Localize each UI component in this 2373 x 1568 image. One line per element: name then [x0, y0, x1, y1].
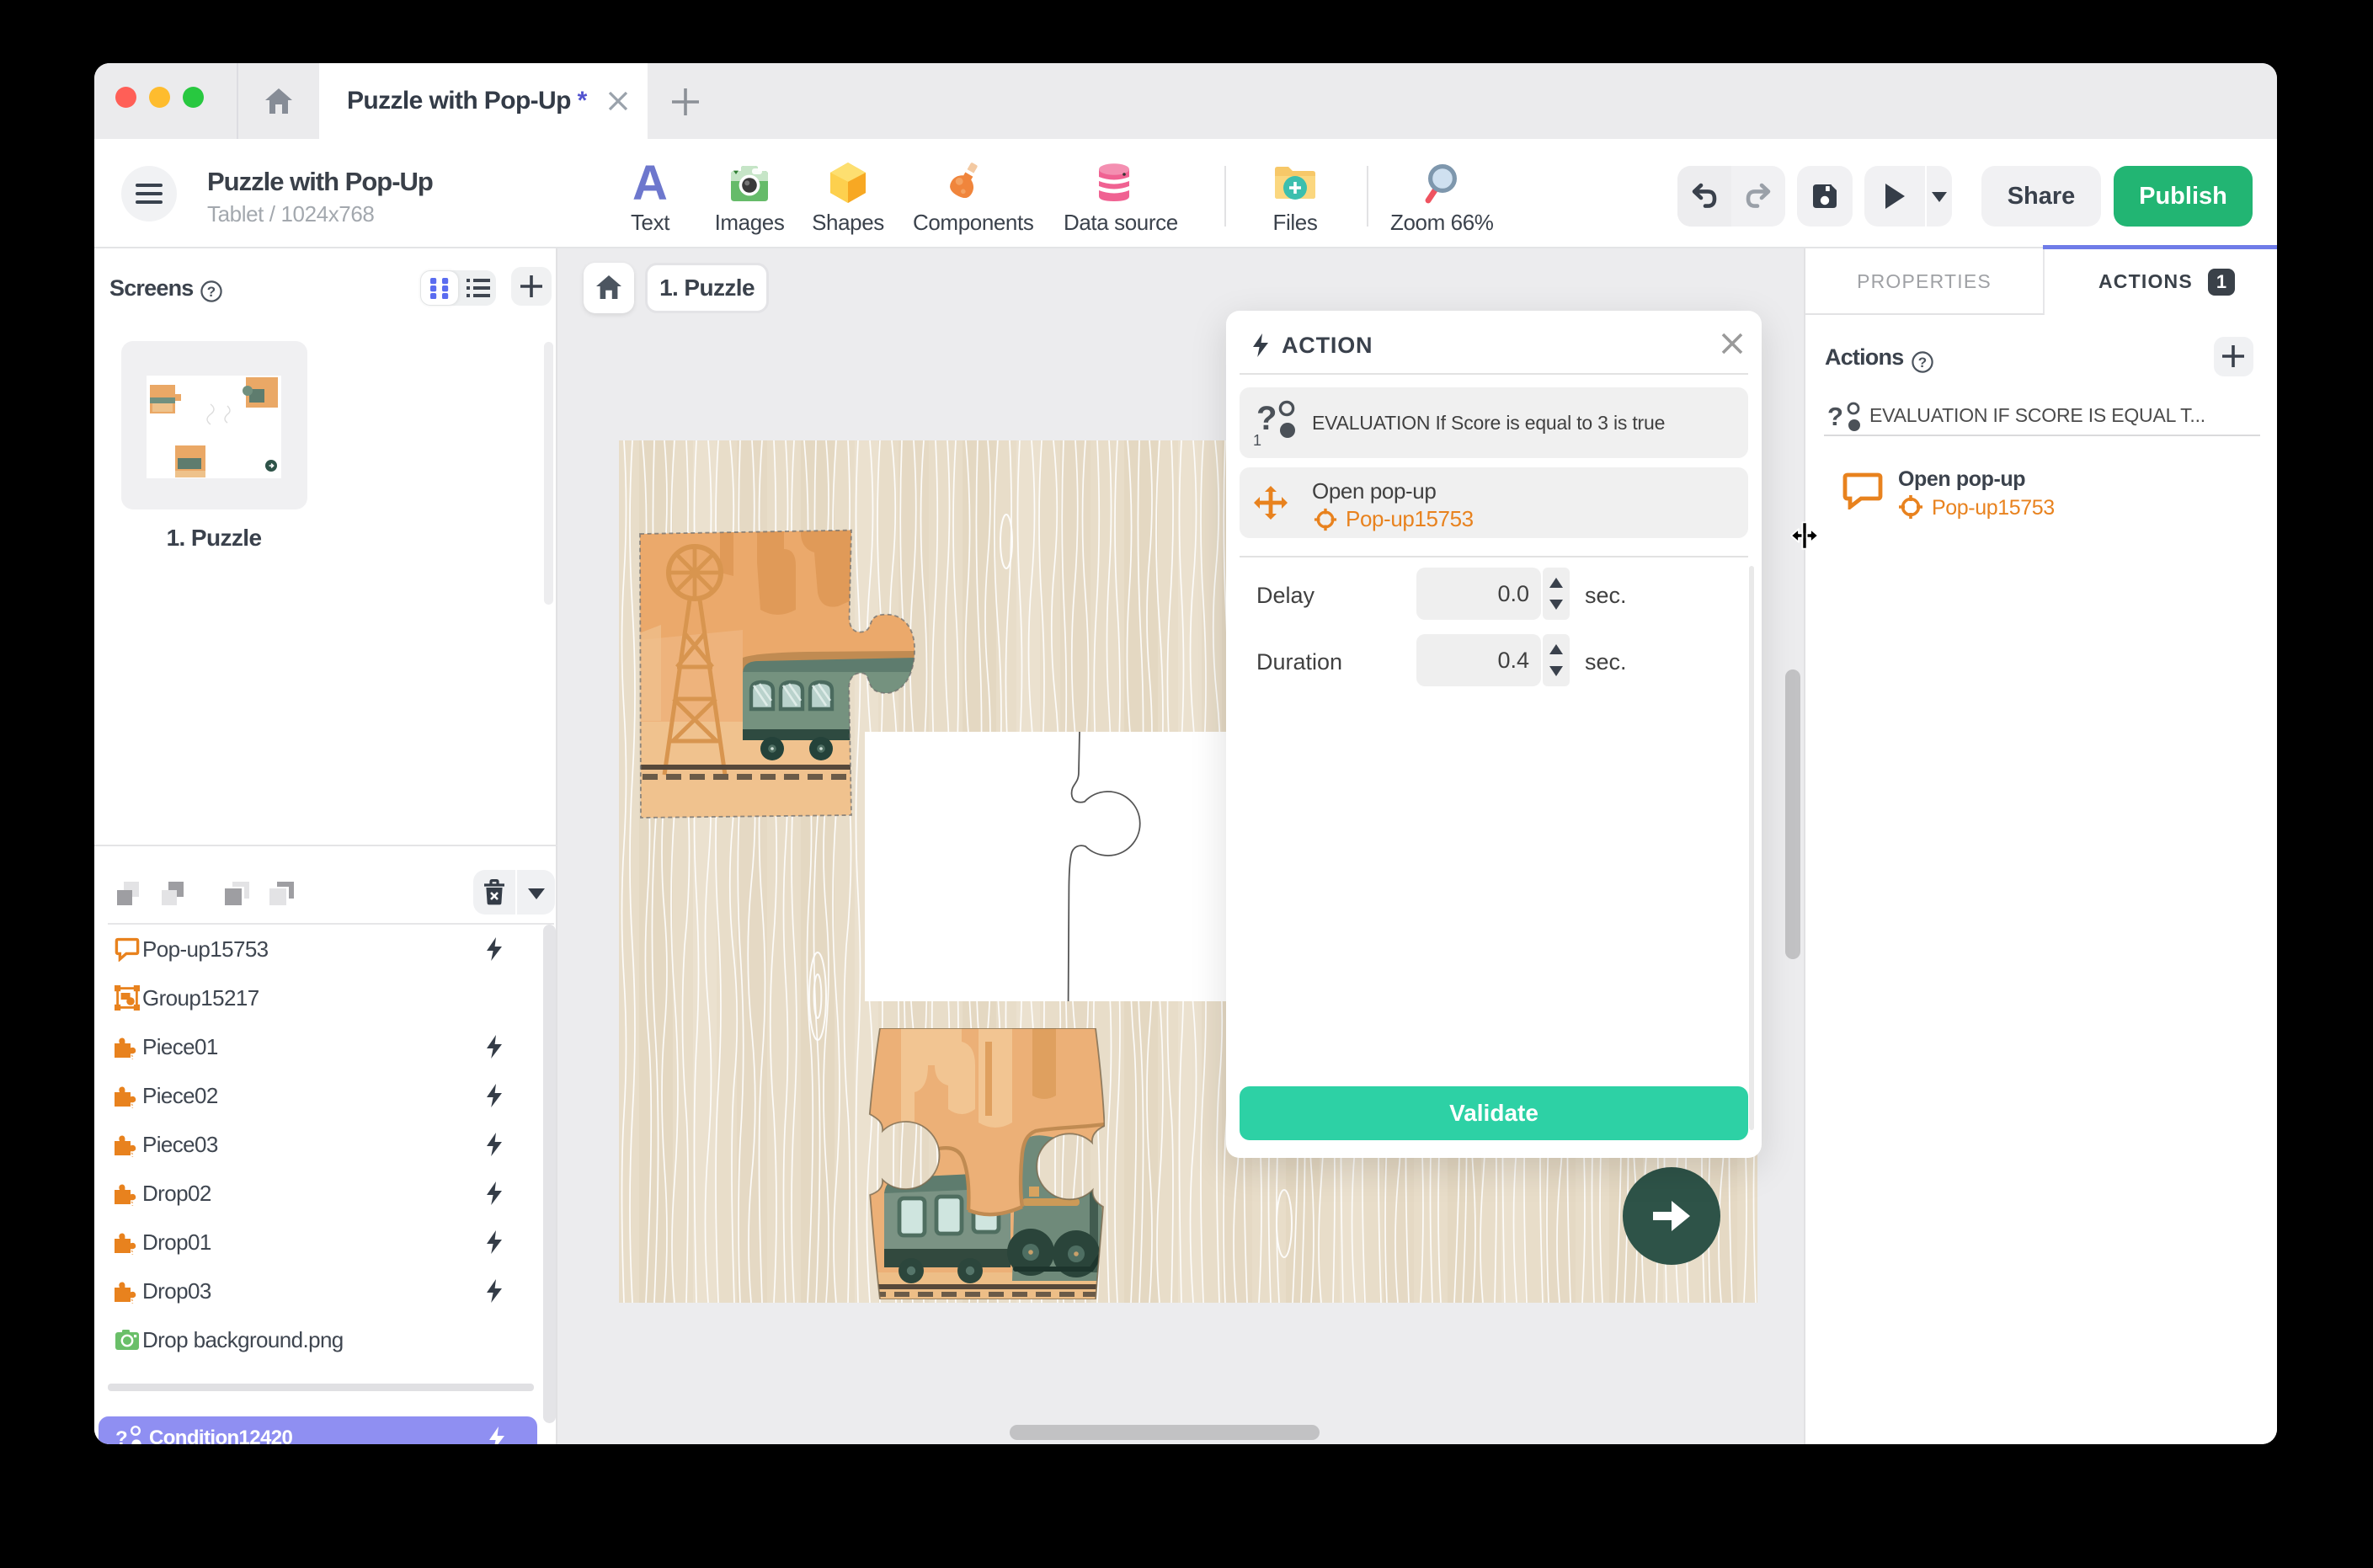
svg-text:?: ?	[1918, 355, 1927, 371]
svg-text:?: ?	[207, 284, 216, 300]
svg-text:?: ?	[1827, 402, 1843, 431]
svg-text:?: ?	[115, 1427, 128, 1444]
svg-text:A: A	[632, 161, 668, 205]
svg-text:1: 1	[1253, 432, 1261, 446]
